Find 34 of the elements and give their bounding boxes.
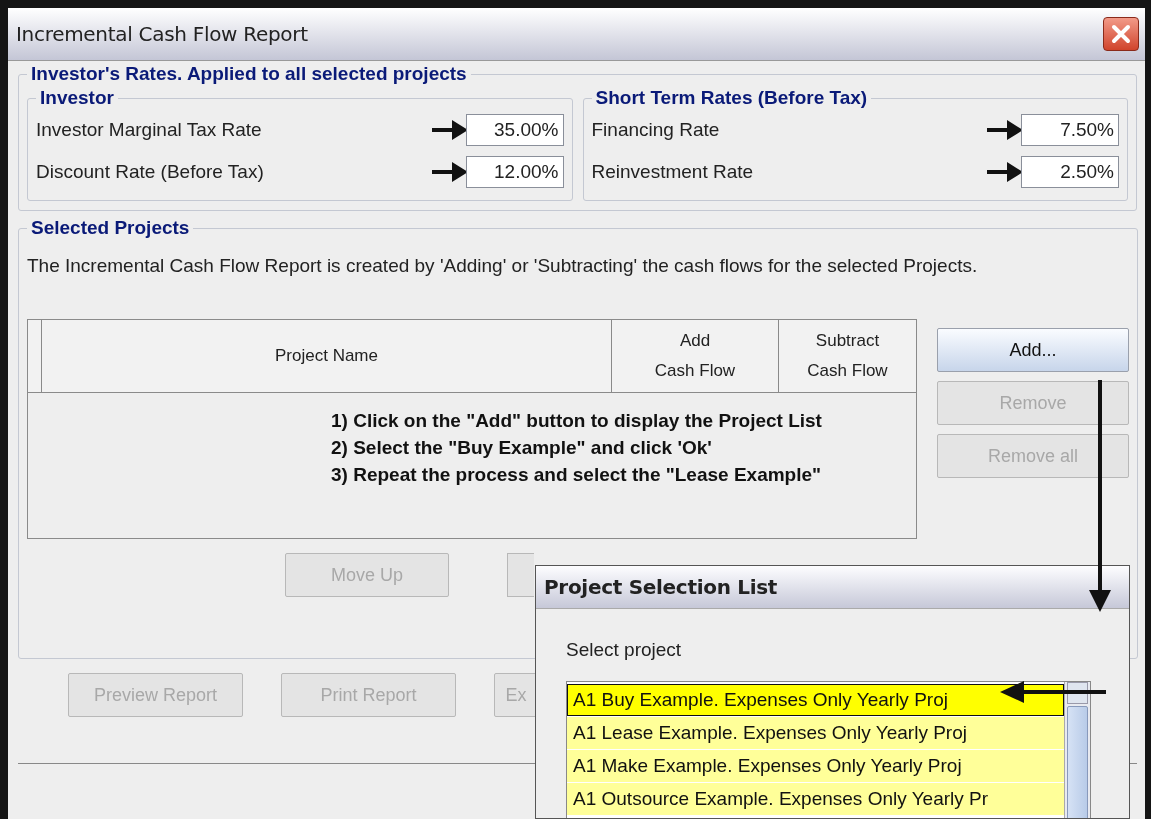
list-item[interactable]: A1 Make Example. Expenses Only Yearly Proj	[567, 750, 1064, 782]
add-button[interactable]: Add...	[937, 328, 1129, 372]
close-icon	[1111, 24, 1131, 44]
list-prompt: Select project	[566, 639, 682, 661]
instruction-text: 1) Click on the "Add" button to display the Project List	[331, 409, 822, 433]
group-title: Selected Projects	[31, 217, 190, 238]
arrow-icon	[431, 119, 468, 141]
rate-label: Investor Marginal Tax Rate	[36, 119, 263, 141]
arrow-icon	[431, 161, 468, 183]
list-item[interactable]: A1 Buy Example. Expenses Only Yearly Proj	[567, 684, 1064, 716]
rate-field[interactable]: 35.00%	[465, 114, 564, 146]
instruction-text: 2) Select the "Buy Example" and click 'Ok'	[331, 436, 712, 460]
instruction-text: 3) Repeat the process and select the "Lease Example"	[331, 463, 822, 487]
arrow-icon	[987, 119, 1023, 141]
rate-label: Reinvestment Rate	[591, 161, 755, 183]
scrollbar[interactable]	[1064, 682, 1090, 818]
rate-field[interactable]: 12.00%	[465, 156, 564, 188]
column-header[interactable]: Subtract Cash Flow	[779, 320, 916, 392]
window-title: Incremental Cash Flow Report	[16, 22, 308, 46]
rate-field[interactable]: 2.50%	[1021, 156, 1119, 188]
rate-field[interactable]: 7.50%	[1021, 114, 1119, 146]
close-button[interactable]	[1103, 17, 1139, 51]
list-item[interactable]: A1 Lease Example. Expenses Only Yearly Proj	[567, 717, 1064, 749]
list-item[interactable]: A1 Outsource Example. Expenses Only Yearly Pr	[567, 783, 1064, 815]
group-title: Short Term Rates (Before Tax)	[595, 87, 868, 108]
group-title: Investor	[40, 87, 114, 108]
arrow-icon	[987, 161, 1023, 183]
rate-label: Financing Rate	[591, 119, 721, 141]
column-header[interactable]: Add Cash Flow	[612, 320, 779, 392]
dialog-title: Project Selection List	[544, 575, 778, 599]
group-title: Investor's Rates. Applied to all selected projects	[31, 63, 467, 84]
description: The Incremental Cash Flow Report is created by 'Adding' or 'Subtracting' the cash flows for the selected Projects.	[27, 254, 979, 278]
column-header[interactable]: Project Name	[42, 320, 612, 392]
rate-label: Discount Rate (Before Tax)	[36, 161, 265, 183]
